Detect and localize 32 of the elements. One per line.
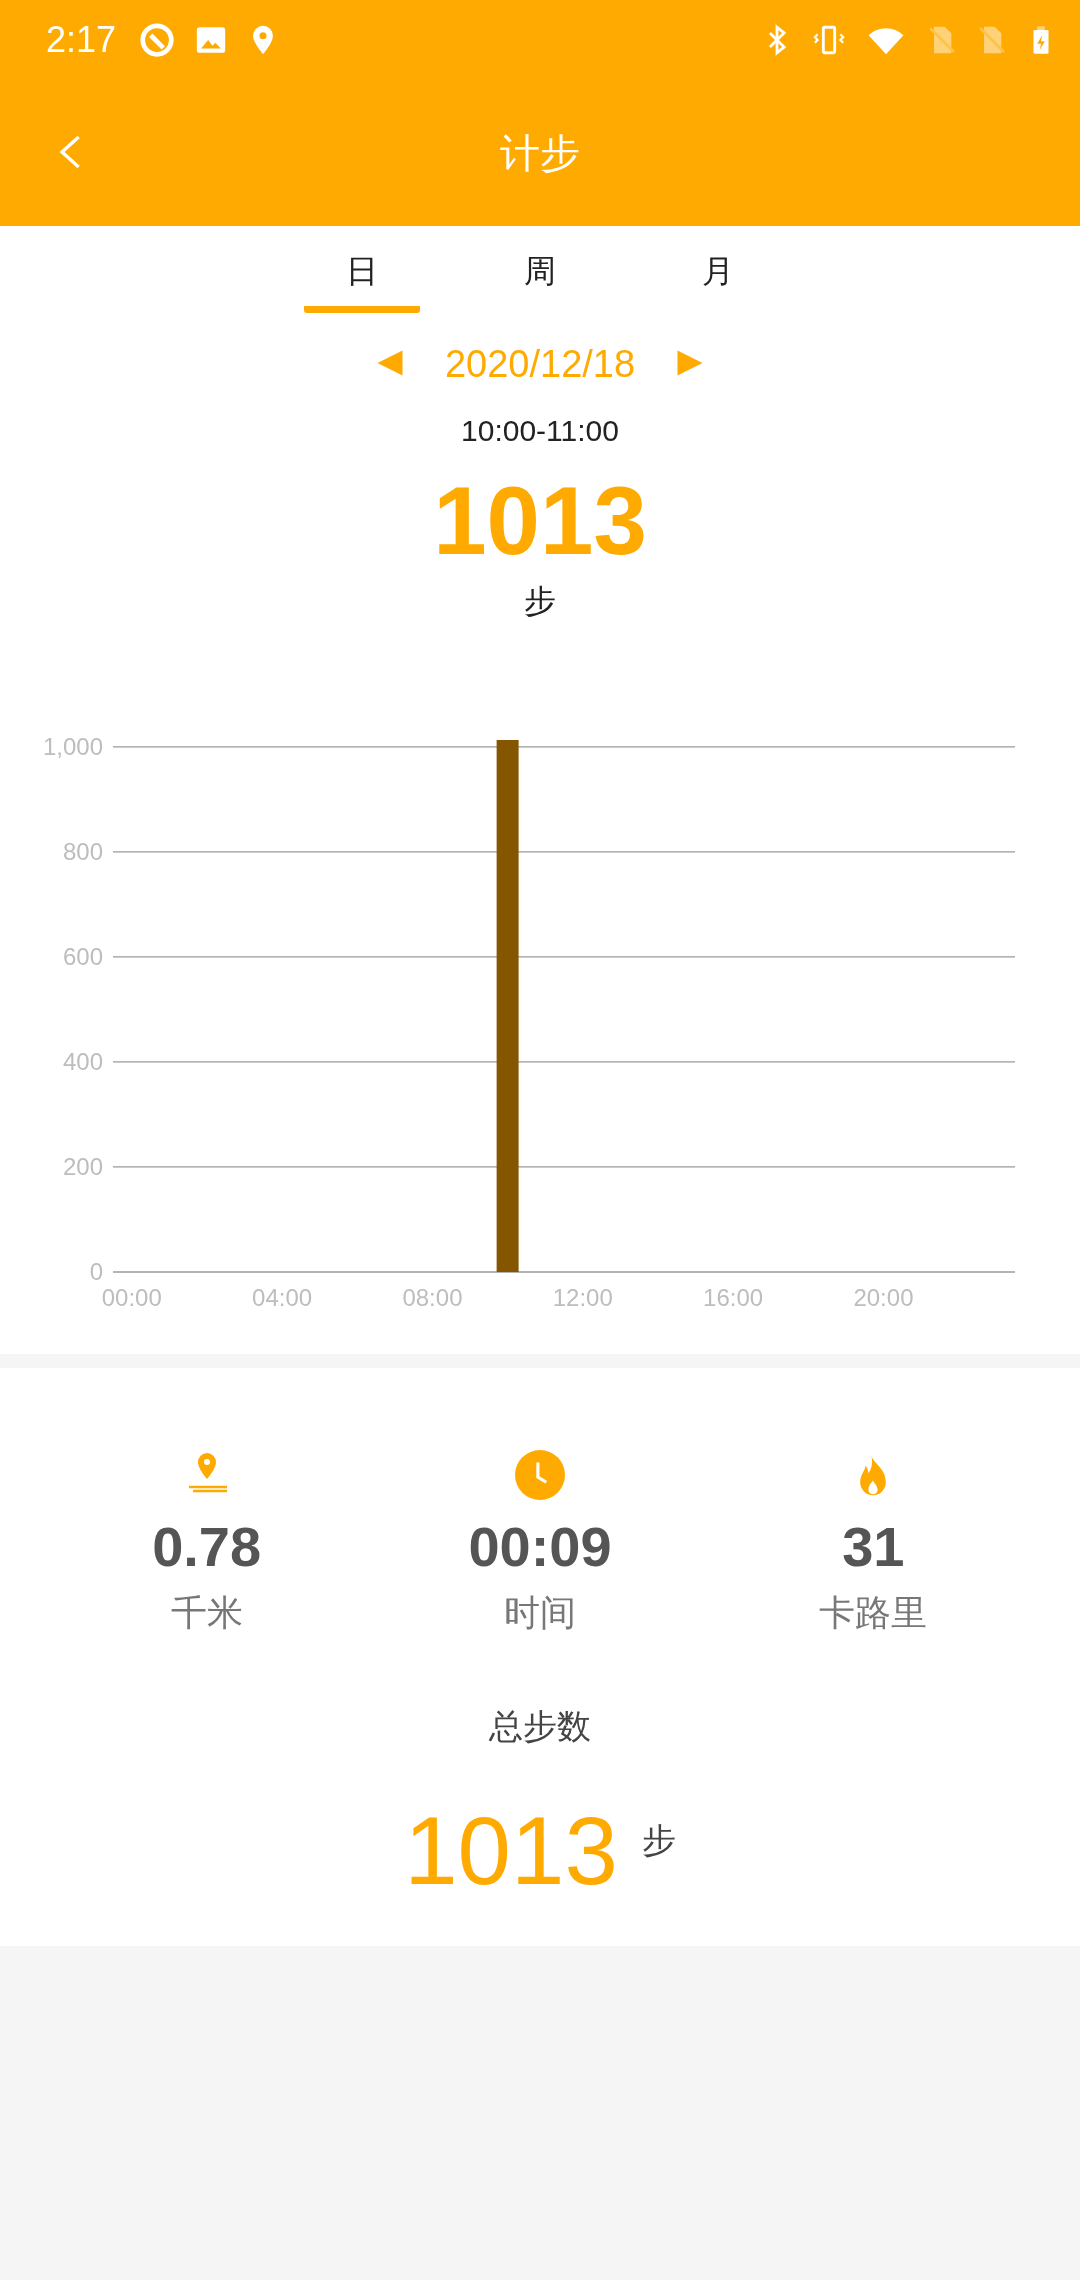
vibrate-icon [812, 23, 846, 57]
x-axis-label: 12:00 [552, 1283, 613, 1311]
date-label: 2020/12/18 [444, 343, 636, 386]
y-axis-label: 800 [62, 837, 103, 865]
period-tab[interactable]: 周 [482, 242, 598, 313]
status-time: 2:17 [46, 19, 117, 61]
stat-label: 千米 [170, 1590, 243, 1635]
total-steps-unit: 步 [641, 1818, 676, 1862]
x-axis-label: 00:00 [101, 1283, 162, 1311]
y-axis-label: 600 [62, 942, 103, 970]
time-range: 10:00-11:00 [460, 414, 620, 448]
step-count: 1013 [432, 468, 648, 574]
x-axis-label: 16:00 [703, 1283, 764, 1311]
period-tab[interactable]: 日 [304, 242, 420, 313]
step-unit: 步 [523, 580, 557, 622]
y-axis-label: 200 [62, 1152, 103, 1180]
total-steps-label: 总步数 [488, 1704, 592, 1748]
period-tab[interactable]: 月 [660, 242, 776, 313]
stat-label: 时间 [504, 1590, 576, 1635]
stat-value: 31 [842, 1513, 905, 1579]
clock-icon [515, 1449, 565, 1500]
x-axis-label: 04:00 [252, 1283, 313, 1311]
stat-label: 卡路里 [819, 1590, 928, 1635]
y-axis-label: 400 [62, 1047, 103, 1075]
total-steps-value: 1013 [404, 1795, 618, 1906]
x-axis-label: 20:00 [853, 1283, 914, 1311]
stat-value: 0.78 [152, 1513, 262, 1579]
screen-title: 计步 [500, 128, 580, 178]
x-axis-label: 08:00 [402, 1283, 463, 1311]
y-axis-label: 0 [89, 1257, 103, 1285]
y-axis-label: 1,000 [42, 733, 103, 760]
stat-value: 00:09 [468, 1513, 612, 1579]
